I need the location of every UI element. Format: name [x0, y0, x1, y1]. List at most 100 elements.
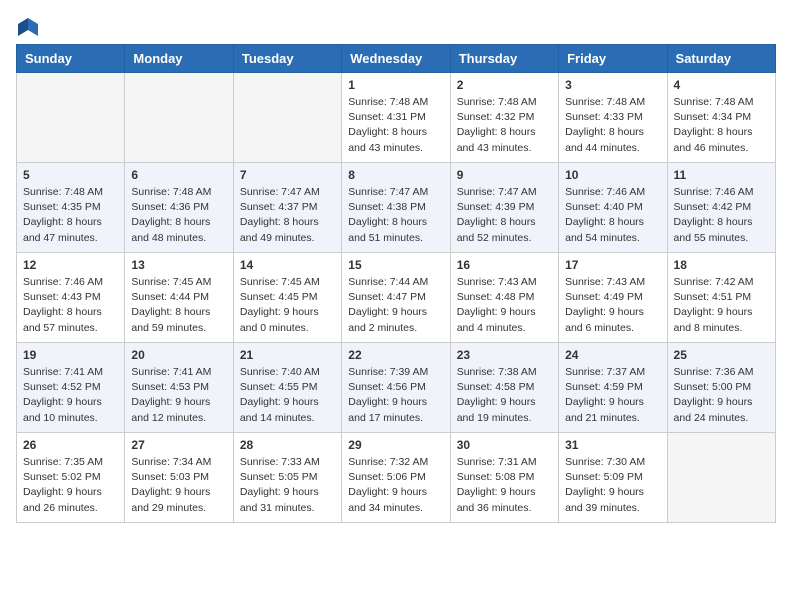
calendar-week-5: 26 Sunrise: 7:35 AM Sunset: 5:02 PM Dayli… [17, 433, 776, 523]
calendar-day-12: 12 Sunrise: 7:46 AM Sunset: 4:43 PM Dayli… [17, 253, 125, 343]
day-number: 15 [348, 258, 443, 272]
day-number: 18 [674, 258, 769, 272]
day-number: 19 [23, 348, 118, 362]
day-number: 31 [565, 438, 660, 452]
calendar-day-21: 21 Sunrise: 7:40 AM Sunset: 4:55 PM Dayli… [233, 343, 341, 433]
logo-icon [18, 16, 40, 38]
day-info: Sunrise: 7:33 AM Sunset: 5:05 PM Dayligh… [240, 455, 335, 516]
day-number: 26 [23, 438, 118, 452]
calendar-table: SundayMondayTuesdayWednesdayThursdayFrid… [16, 44, 776, 523]
calendar-day-15: 15 Sunrise: 7:44 AM Sunset: 4:47 PM Dayli… [342, 253, 450, 343]
day-info: Sunrise: 7:47 AM Sunset: 4:37 PM Dayligh… [240, 185, 335, 246]
weekday-header-tuesday: Tuesday [233, 45, 341, 73]
day-info: Sunrise: 7:36 AM Sunset: 5:00 PM Dayligh… [674, 365, 769, 426]
weekday-header-friday: Friday [559, 45, 667, 73]
day-number: 13 [131, 258, 226, 272]
calendar-day-18: 18 Sunrise: 7:42 AM Sunset: 4:51 PM Dayli… [667, 253, 775, 343]
day-info: Sunrise: 7:46 AM Sunset: 4:40 PM Dayligh… [565, 185, 660, 246]
calendar-day-28: 28 Sunrise: 7:33 AM Sunset: 5:05 PM Dayli… [233, 433, 341, 523]
page-header [16, 16, 776, 34]
day-number: 21 [240, 348, 335, 362]
day-number: 3 [565, 78, 660, 92]
day-number: 12 [23, 258, 118, 272]
calendar-day-7: 7 Sunrise: 7:47 AM Sunset: 4:37 PM Daylig… [233, 163, 341, 253]
day-number: 25 [674, 348, 769, 362]
day-info: Sunrise: 7:42 AM Sunset: 4:51 PM Dayligh… [674, 275, 769, 336]
calendar-day-2: 2 Sunrise: 7:48 AM Sunset: 4:32 PM Daylig… [450, 73, 558, 163]
day-number: 22 [348, 348, 443, 362]
day-info: Sunrise: 7:46 AM Sunset: 4:42 PM Dayligh… [674, 185, 769, 246]
calendar-day-empty [125, 73, 233, 163]
day-info: Sunrise: 7:48 AM Sunset: 4:32 PM Dayligh… [457, 95, 552, 156]
day-info: Sunrise: 7:41 AM Sunset: 4:53 PM Dayligh… [131, 365, 226, 426]
day-number: 27 [131, 438, 226, 452]
weekday-header-monday: Monday [125, 45, 233, 73]
calendar-day-4: 4 Sunrise: 7:48 AM Sunset: 4:34 PM Daylig… [667, 73, 775, 163]
calendar-day-31: 31 Sunrise: 7:30 AM Sunset: 5:09 PM Dayli… [559, 433, 667, 523]
weekday-header-row: SundayMondayTuesdayWednesdayThursdayFrid… [17, 45, 776, 73]
day-info: Sunrise: 7:45 AM Sunset: 4:45 PM Dayligh… [240, 275, 335, 336]
day-number: 6 [131, 168, 226, 182]
calendar-day-26: 26 Sunrise: 7:35 AM Sunset: 5:02 PM Dayli… [17, 433, 125, 523]
day-number: 20 [131, 348, 226, 362]
weekday-header-saturday: Saturday [667, 45, 775, 73]
day-number: 11 [674, 168, 769, 182]
calendar-week-4: 19 Sunrise: 7:41 AM Sunset: 4:52 PM Dayli… [17, 343, 776, 433]
calendar-day-10: 10 Sunrise: 7:46 AM Sunset: 4:40 PM Dayli… [559, 163, 667, 253]
day-info: Sunrise: 7:38 AM Sunset: 4:58 PM Dayligh… [457, 365, 552, 426]
day-number: 28 [240, 438, 335, 452]
calendar-week-1: 1Sunrise: 7:48 AM Sunset: 4:31 PM Daylig… [17, 73, 776, 163]
day-info: Sunrise: 7:43 AM Sunset: 4:49 PM Dayligh… [565, 275, 660, 336]
weekday-header-wednesday: Wednesday [342, 45, 450, 73]
calendar-day-25: 25 Sunrise: 7:36 AM Sunset: 5:00 PM Dayli… [667, 343, 775, 433]
day-number: 30 [457, 438, 552, 452]
day-info: Sunrise: 7:46 AM Sunset: 4:43 PM Dayligh… [23, 275, 118, 336]
day-number: 23 [457, 348, 552, 362]
calendar-day-14: 14Sunrise: 7:45 AM Sunset: 4:45 PM Dayli… [233, 253, 341, 343]
calendar-week-3: 12 Sunrise: 7:46 AM Sunset: 4:43 PM Dayli… [17, 253, 776, 343]
calendar-week-2: 5 Sunrise: 7:48 AM Sunset: 4:35 PM Daylig… [17, 163, 776, 253]
day-number: 24 [565, 348, 660, 362]
day-number: 4 [674, 78, 769, 92]
day-number: 2 [457, 78, 552, 92]
weekday-header-sunday: Sunday [17, 45, 125, 73]
day-info: Sunrise: 7:47 AM Sunset: 4:38 PM Dayligh… [348, 185, 443, 246]
calendar-day-29: 29Sunrise: 7:32 AM Sunset: 5:06 PM Dayli… [342, 433, 450, 523]
calendar-day-empty [17, 73, 125, 163]
calendar-day-8: 8 Sunrise: 7:47 AM Sunset: 4:38 PM Daylig… [342, 163, 450, 253]
calendar-day-22: 22Sunrise: 7:39 AM Sunset: 4:56 PM Dayli… [342, 343, 450, 433]
day-number: 1 [348, 78, 443, 92]
day-info: Sunrise: 7:40 AM Sunset: 4:55 PM Dayligh… [240, 365, 335, 426]
day-info: Sunrise: 7:45 AM Sunset: 4:44 PM Dayligh… [131, 275, 226, 336]
day-info: Sunrise: 7:35 AM Sunset: 5:02 PM Dayligh… [23, 455, 118, 516]
calendar-day-19: 19 Sunrise: 7:41 AM Sunset: 4:52 PM Dayli… [17, 343, 125, 433]
calendar-day-empty [233, 73, 341, 163]
day-info: Sunrise: 7:30 AM Sunset: 5:09 PM Dayligh… [565, 455, 660, 516]
day-info: Sunrise: 7:48 AM Sunset: 4:35 PM Dayligh… [23, 185, 118, 246]
day-info: Sunrise: 7:48 AM Sunset: 4:36 PM Dayligh… [131, 185, 226, 246]
day-number: 17 [565, 258, 660, 272]
logo [16, 16, 40, 34]
day-info: Sunrise: 7:41 AM Sunset: 4:52 PM Dayligh… [23, 365, 118, 426]
calendar-day-13: 13 Sunrise: 7:45 AM Sunset: 4:44 PM Dayli… [125, 253, 233, 343]
day-info: Sunrise: 7:43 AM Sunset: 4:48 PM Dayligh… [457, 275, 552, 336]
calendar-day-20: 20 Sunrise: 7:41 AM Sunset: 4:53 PM Dayli… [125, 343, 233, 433]
day-number: 29 [348, 438, 443, 452]
day-info: Sunrise: 7:47 AM Sunset: 4:39 PM Dayligh… [457, 185, 552, 246]
calendar-day-16: 16Sunrise: 7:43 AM Sunset: 4:48 PM Dayli… [450, 253, 558, 343]
day-info: Sunrise: 7:44 AM Sunset: 4:47 PM Dayligh… [348, 275, 443, 336]
day-number: 10 [565, 168, 660, 182]
calendar-day-30: 30 Sunrise: 7:31 AM Sunset: 5:08 PM Dayli… [450, 433, 558, 523]
calendar-day-11: 11 Sunrise: 7:46 AM Sunset: 4:42 PM Dayli… [667, 163, 775, 253]
day-info: Sunrise: 7:48 AM Sunset: 4:34 PM Dayligh… [674, 95, 769, 156]
day-number: 7 [240, 168, 335, 182]
calendar-day-3: 3 Sunrise: 7:48 AM Sunset: 4:33 PM Daylig… [559, 73, 667, 163]
day-number: 9 [457, 168, 552, 182]
calendar-day-6: 6 Sunrise: 7:48 AM Sunset: 4:36 PM Daylig… [125, 163, 233, 253]
day-info: Sunrise: 7:48 AM Sunset: 4:33 PM Dayligh… [565, 95, 660, 156]
day-number: 8 [348, 168, 443, 182]
day-number: 5 [23, 168, 118, 182]
calendar-day-24: 24Sunrise: 7:37 AM Sunset: 4:59 PM Dayli… [559, 343, 667, 433]
calendar-day-empty [667, 433, 775, 523]
day-info: Sunrise: 7:31 AM Sunset: 5:08 PM Dayligh… [457, 455, 552, 516]
